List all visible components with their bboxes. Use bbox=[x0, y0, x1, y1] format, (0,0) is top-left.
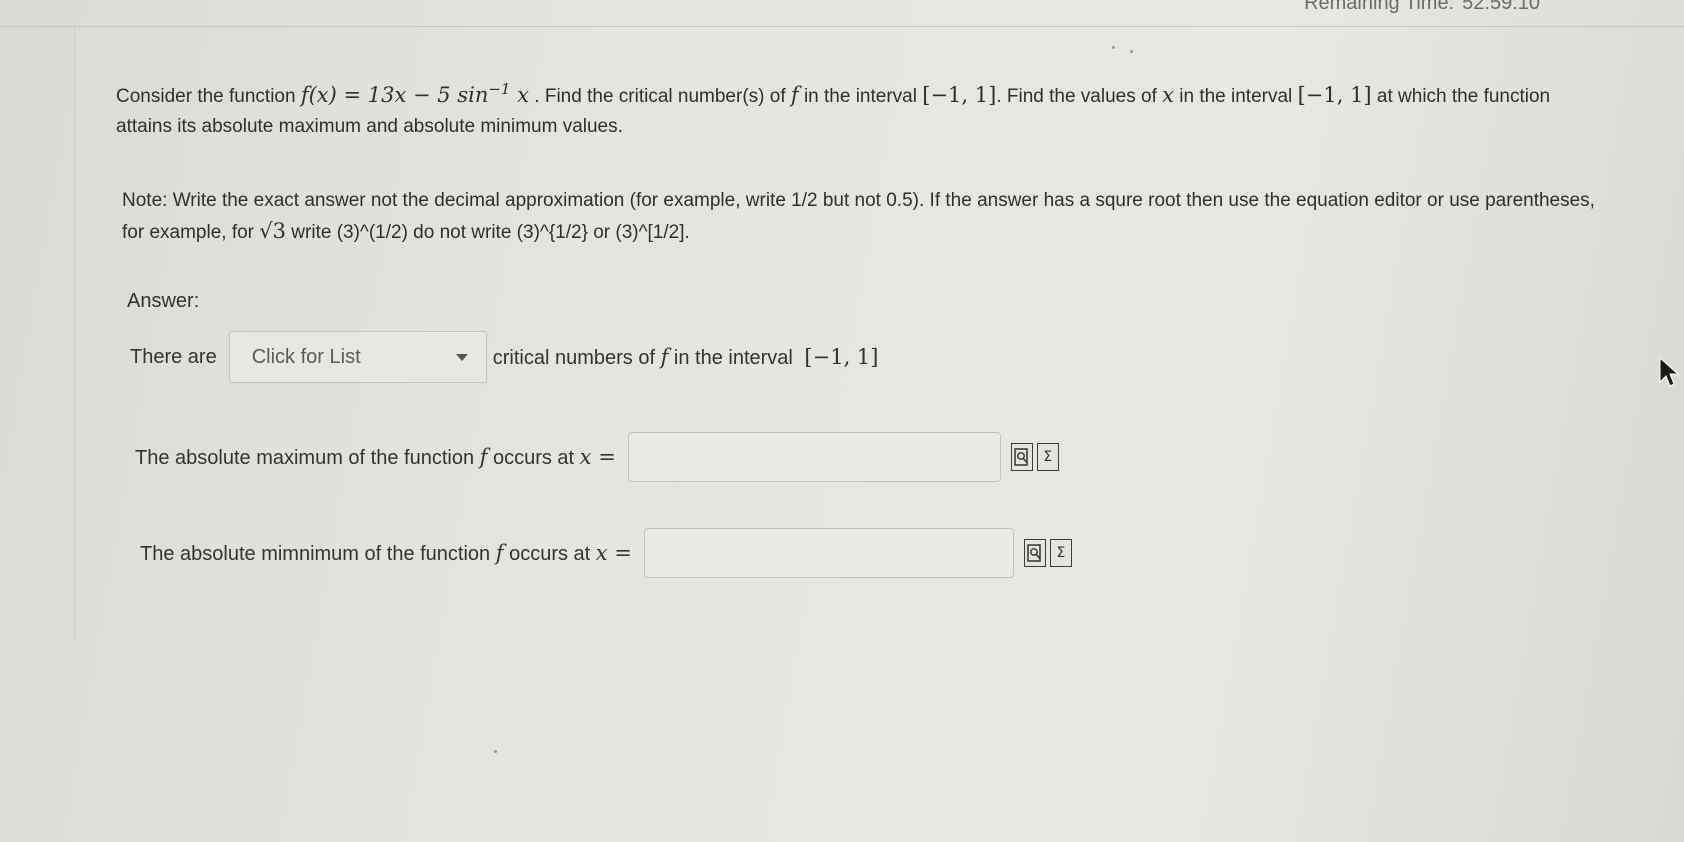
math-x: x bbox=[1162, 83, 1174, 107]
screen-speck bbox=[1130, 50, 1133, 53]
function-expression-main: f(x) = 13x − 5 sin bbox=[300, 83, 489, 107]
min-input-tools: Σ bbox=[1023, 539, 1072, 567]
preview-glyph bbox=[1014, 448, 1028, 466]
interval-3: [−1, 1] bbox=[804, 344, 879, 369]
question-text-part: in the interval bbox=[1173, 86, 1298, 107]
row1-suffix: critical numbers of f in the interval [−… bbox=[493, 345, 879, 370]
note-text-part: write (3)^(1/2) do not write (3)^{1/2} o… bbox=[286, 222, 690, 243]
absolute-minimum-input[interactable] bbox=[643, 528, 1014, 578]
inverse-superscript: −1 bbox=[488, 80, 511, 98]
math-f: f bbox=[790, 83, 799, 107]
row3-label-text: The absolute mimnimum of the function bbox=[140, 542, 496, 565]
interval-2: [−1, 1] bbox=[1297, 83, 1372, 107]
math-x-equals: x = bbox=[579, 444, 616, 469]
equation-editor-icon[interactable]: Σ bbox=[1049, 539, 1072, 567]
preview-icon[interactable] bbox=[1010, 443, 1033, 471]
question-text-part: Consider the function bbox=[116, 86, 301, 107]
max-input-tools: Σ bbox=[1010, 443, 1059, 471]
preview-icon[interactable] bbox=[1023, 539, 1046, 567]
screen-speck bbox=[494, 750, 497, 753]
sqrt-three: √3 bbox=[259, 219, 287, 243]
question-text-part: . Find the values of bbox=[996, 86, 1163, 107]
question-text-part: . Find the critical number(s) of bbox=[529, 86, 791, 107]
row2-label-text: The absolute maximum of the function bbox=[135, 446, 480, 469]
preview-glyph bbox=[1027, 544, 1041, 562]
row1-suffix-text: critical numbers of bbox=[492, 346, 661, 369]
absolute-minimum-row: The absolute mimnimum of the function f … bbox=[140, 526, 1072, 580]
question-text: Consider the function f(x) = 13x − 5 sin… bbox=[116, 74, 1576, 142]
row3-label-text: occurs at bbox=[503, 542, 596, 565]
absolute-maximum-input[interactable] bbox=[627, 432, 1001, 482]
row1-prefix: There are bbox=[130, 345, 217, 368]
answer-label: Answer: bbox=[127, 290, 200, 312]
screen-speck bbox=[1112, 46, 1115, 49]
question-content: Consider the function f(x) = 13x − 5 sin… bbox=[0, 0, 1684, 842]
critical-numbers-row: There are Click for List critical number… bbox=[130, 330, 878, 384]
note-text: Note: Write the exact answer not the dec… bbox=[122, 186, 1602, 248]
interval-1: [−1, 1] bbox=[922, 83, 997, 107]
math-f: f bbox=[495, 540, 504, 565]
function-variable: x bbox=[510, 83, 530, 107]
function-expression: f(x) = 13x − 5 sin−1 x bbox=[300, 80, 530, 107]
question-text-part: in the interval bbox=[798, 86, 923, 107]
row3-label: The absolute mimnimum of the function f … bbox=[140, 541, 632, 566]
chevron-down-icon bbox=[455, 353, 468, 361]
dropdown-value: Click for List bbox=[251, 345, 361, 368]
row1-suffix-text: in the interval bbox=[668, 346, 799, 369]
critical-count-dropdown[interactable]: Click for List bbox=[228, 331, 487, 383]
row2-label-text: occurs at bbox=[487, 446, 580, 469]
mouse-cursor-icon bbox=[1659, 356, 1680, 387]
row2-label: The absolute maximum of the function f o… bbox=[135, 445, 616, 470]
math-x-equals: x = bbox=[595, 540, 632, 565]
absolute-maximum-row: The absolute maximum of the function f o… bbox=[135, 430, 1059, 484]
equation-editor-icon[interactable]: Σ bbox=[1036, 443, 1059, 471]
